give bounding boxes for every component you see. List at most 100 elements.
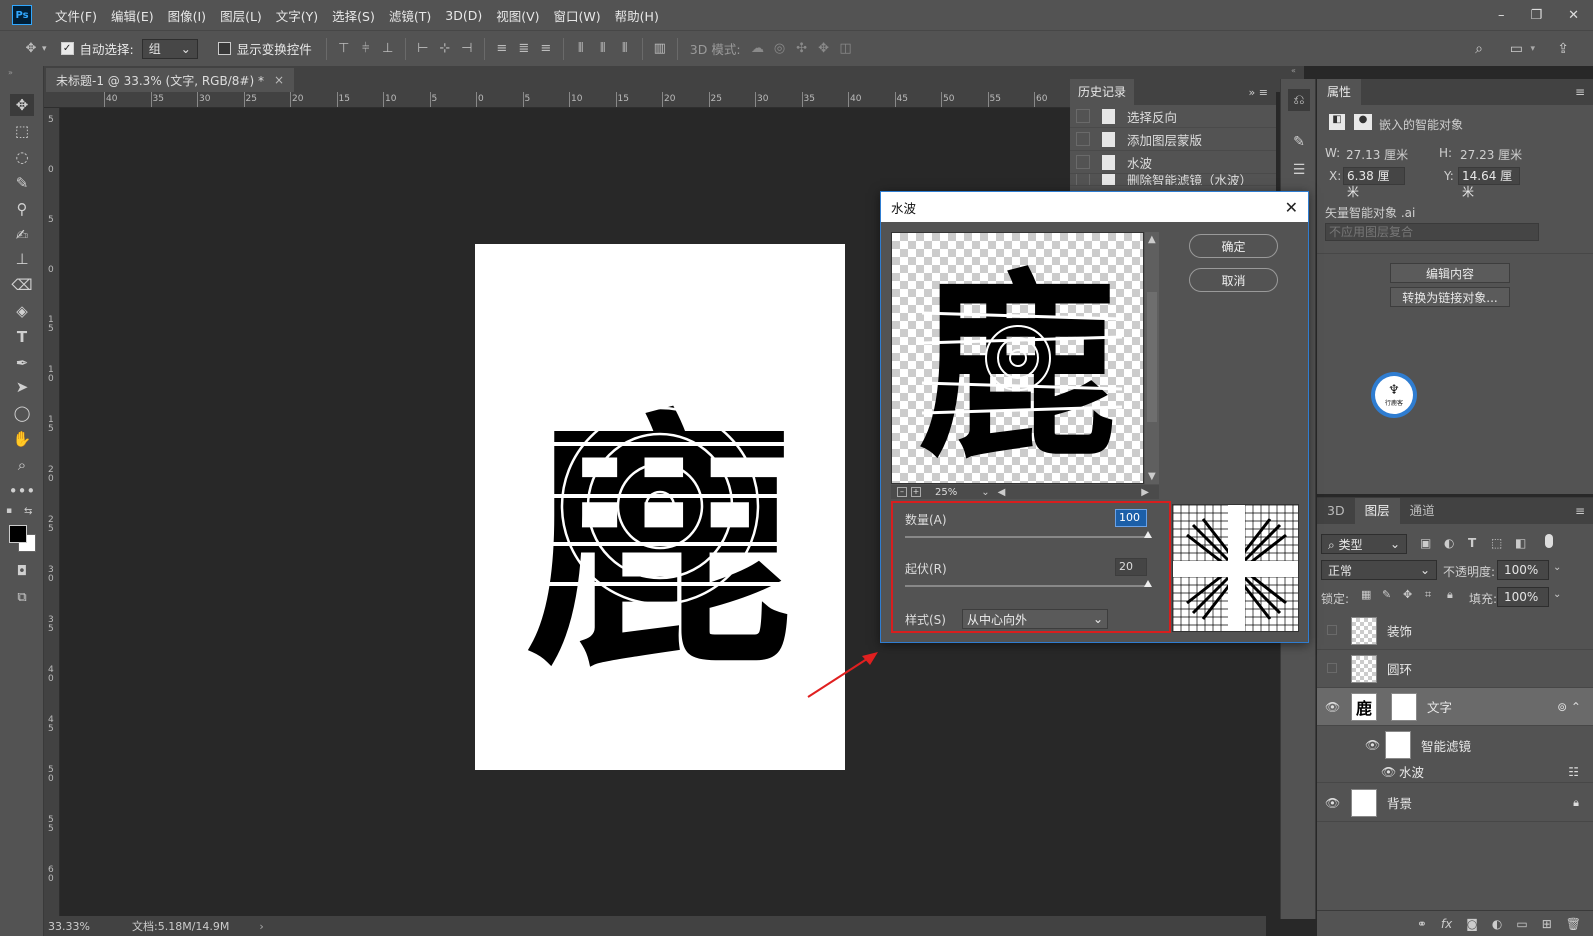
panel-menu-icon[interactable]: » ≡ xyxy=(1249,86,1268,99)
3d-roll-icon[interactable]: ◎ xyxy=(769,38,791,60)
panel-menu-icon[interactable]: ≡ xyxy=(1575,504,1585,518)
3d-pan-icon[interactable]: ✣ xyxy=(791,38,813,60)
history-item[interactable]: 水波 xyxy=(1070,151,1276,174)
cancel-button[interactable]: 取消 xyxy=(1189,268,1278,292)
path-select-tool-icon[interactable]: ➤ xyxy=(10,376,34,398)
opacity-input[interactable]: 100% xyxy=(1497,560,1549,580)
auto-select-checkbox[interactable]: ✓ xyxy=(60,42,74,55)
lock-all-icon[interactable]: 🔒︎ xyxy=(1447,588,1453,602)
screen-mode-icon[interactable]: ⧉ xyxy=(10,586,34,608)
menu-help[interactable]: 帮助(H) xyxy=(608,6,666,25)
menu-layer[interactable]: 图层(L) xyxy=(213,6,269,25)
collapse-icon[interactable]: » xyxy=(8,68,13,77)
add-mask-icon[interactable]: ◙ xyxy=(1466,917,1478,931)
trash-icon[interactable]: 🗑︎ xyxy=(1566,917,1581,931)
move-tool-preset-icon[interactable]: ✥ xyxy=(20,38,42,60)
layer-mask-thumbnail[interactable] xyxy=(1391,692,1417,721)
foreground-color-swatch[interactable] xyxy=(9,525,27,543)
quick-select-tool-icon[interactable]: ✎ xyxy=(10,172,34,194)
height-value[interactable]: 27.23 厘米 xyxy=(1460,146,1522,163)
filter-toggle[interactable] xyxy=(1545,534,1553,548)
chevron-down-icon[interactable]: ⌄ xyxy=(981,487,989,498)
ridges-input[interactable]: 20 xyxy=(1115,558,1147,576)
mask-icon[interactable]: ● xyxy=(1354,114,1372,130)
auto-select-target-dropdown[interactable]: 组 ⌄ xyxy=(141,38,198,59)
workspace-icon[interactable]: ▭ xyxy=(1510,41,1523,57)
edit-contents-button[interactable]: 编辑内容 xyxy=(1390,263,1510,283)
history-item[interactable]: 删除智能滤镜（水波） xyxy=(1070,174,1276,186)
ok-button[interactable]: 确定 xyxy=(1189,234,1278,258)
history-snapshot-checkbox[interactable] xyxy=(1076,174,1090,185)
lock-pixels-icon[interactable]: ✎ xyxy=(1382,588,1391,601)
history-panel-icon[interactable]: ⎌ xyxy=(1288,89,1310,111)
document-tab[interactable]: 未标题-1 @ 33.3% (文字, RGB/8#) * × xyxy=(46,68,295,92)
scroll-thumb[interactable] xyxy=(1147,292,1157,422)
scroll-up-icon[interactable]: ▲ xyxy=(1148,234,1156,245)
pen-tool-icon[interactable]: ✒ xyxy=(10,352,34,374)
minimize-icon[interactable]: – xyxy=(1498,8,1505,23)
distribute-bottom-icon[interactable]: ≡ xyxy=(535,38,557,60)
swap-colors-icon[interactable]: ⇆ xyxy=(24,506,32,517)
quick-mask-icon[interactable]: ◘ xyxy=(10,560,34,582)
move-tool-icon[interactable]: ✥ xyxy=(10,94,34,116)
document-canvas[interactable]: 鹿 xyxy=(475,244,845,770)
type-tool-icon[interactable]: T xyxy=(10,326,34,348)
y-position-input[interactable]: 14.64 厘米 xyxy=(1458,167,1520,199)
chevron-down-icon[interactable]: ▾ xyxy=(42,44,47,54)
adjustment-filter-icon[interactable]: ◐ xyxy=(1444,536,1454,550)
smart-filters-row[interactable]: 👁︎ 智能滤镜 xyxy=(1317,726,1593,764)
layer-row-background[interactable]: 👁︎ 背景 🔒︎ xyxy=(1317,784,1593,822)
ellipse-tool-icon[interactable]: ◯ xyxy=(10,402,34,424)
menu-3d[interactable]: 3D(D) xyxy=(438,8,489,23)
filter-row-ripple[interactable]: 👁︎ 水波 ☷ xyxy=(1317,761,1593,783)
history-snapshot-checkbox[interactable] xyxy=(1076,109,1090,123)
share-icon[interactable]: ⇪ xyxy=(1557,41,1569,57)
zoom-in-icon[interactable]: + xyxy=(911,487,921,497)
scroll-left-icon[interactable]: ◀ xyxy=(998,487,1006,498)
paint-bucket-tool-icon[interactable]: ◈ xyxy=(10,300,34,322)
align-hcenter-icon[interactable]: ⊹ xyxy=(434,38,456,60)
layer-filter-dropdown[interactable]: ⌕ 类型 ⌄ xyxy=(1321,534,1407,554)
zoom-out-icon[interactable]: – xyxy=(897,487,907,497)
lock-artboard-icon[interactable]: ⌗ xyxy=(1425,588,1431,602)
smart-object-filter-icon[interactable]: ◧ xyxy=(1515,536,1526,550)
lock-transparency-icon[interactable]: ▦ xyxy=(1361,588,1371,601)
menu-window[interactable]: 窗口(W) xyxy=(547,6,608,25)
shape-filter-icon[interactable]: ⬚ xyxy=(1491,536,1502,550)
more-tools-icon[interactable]: ••• xyxy=(9,480,36,502)
stamp-tool-icon[interactable]: ⊥ xyxy=(10,248,34,270)
menu-type[interactable]: 文字(Y) xyxy=(269,6,325,25)
smart-filter-mask-thumbnail[interactable] xyxy=(1385,731,1411,759)
align-left-icon[interactable]: ⊢ xyxy=(412,38,434,60)
eye-icon[interactable]: 👁︎ xyxy=(1325,700,1340,714)
zoom-level[interactable]: 33.33% xyxy=(48,920,108,933)
adjustments-icon[interactable]: ☰ xyxy=(1288,159,1310,181)
distribute-right-icon[interactable]: ⦀ xyxy=(614,38,636,60)
marquee-tool-icon[interactable]: ⬚ xyxy=(10,120,34,142)
menu-select[interactable]: 选择(S) xyxy=(325,6,382,25)
layer-row-text[interactable]: 👁︎ 鹿 文字 ⊚ ⌃ xyxy=(1317,688,1593,726)
brush-settings-icon[interactable]: ✎ xyxy=(1288,131,1310,153)
fx-icon[interactable]: fx xyxy=(1441,917,1452,931)
x-position-input[interactable]: 6.38 厘米 xyxy=(1343,167,1405,199)
width-value[interactable]: 27.13 厘米 xyxy=(1346,146,1408,163)
style-dropdown[interactable]: 从中心向外 ⌄ xyxy=(962,609,1108,629)
layer-row-ring[interactable]: 圆环 xyxy=(1317,650,1593,688)
new-layer-icon[interactable]: ⊞ xyxy=(1542,917,1552,931)
filter-blending-options-icon[interactable]: ☷ xyxy=(1568,765,1579,779)
distribute-vcenter-icon[interactable]: ≣ xyxy=(513,38,535,60)
filter-preview[interactable]: 鹿 xyxy=(891,232,1144,484)
distribute-left-icon[interactable]: ⦀ xyxy=(570,38,592,60)
preview-zoom-value[interactable]: 25% xyxy=(935,487,957,498)
lock-position-icon[interactable]: ✥ xyxy=(1403,588,1412,601)
menu-view[interactable]: 视图(V) xyxy=(489,6,546,25)
adjustment-layer-icon[interactable]: ◐ xyxy=(1492,917,1502,931)
fill-input[interactable]: 100% xyxy=(1497,587,1549,607)
visibility-toggle[interactable] xyxy=(1325,662,1339,676)
eyedropper-tool-icon[interactable]: ⚲ xyxy=(10,198,34,220)
layer-comp-select[interactable]: 不应用图层复合 xyxy=(1325,223,1539,241)
eraser-tool-icon[interactable]: ⌫ xyxy=(10,274,34,296)
tab-channels[interactable]: 通道 xyxy=(1400,498,1445,524)
default-colors-icon[interactable]: ▪ xyxy=(6,506,12,516)
properties-tab[interactable]: 属性 xyxy=(1317,79,1362,105)
